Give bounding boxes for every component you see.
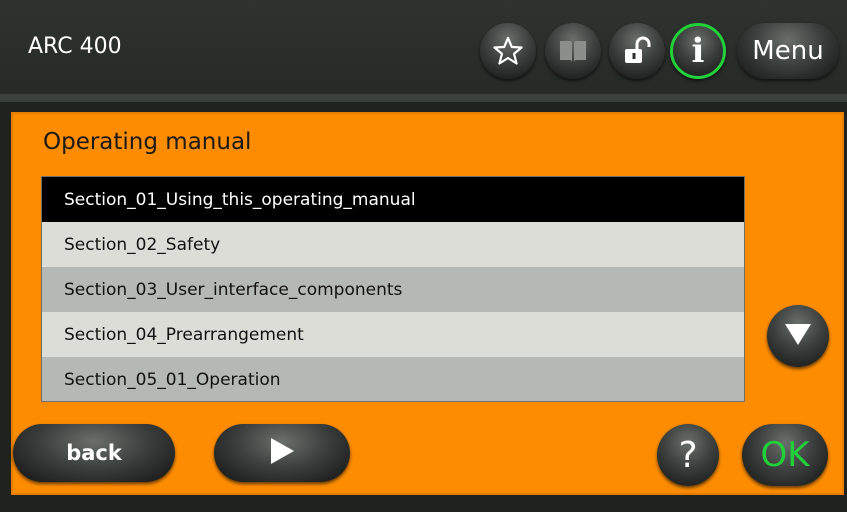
list-item-label: Section_05_01_Operation	[64, 369, 281, 390]
help-button[interactable]: ?	[657, 424, 719, 486]
list-item-label: Section_03_User_interface_components	[64, 279, 403, 300]
manual-button[interactable]	[545, 23, 601, 79]
list-item[interactable]: Section_04_Prearrangement	[42, 312, 744, 357]
list-item[interactable]: Section_01_Using_this_operating_manual	[42, 177, 744, 222]
star-icon	[493, 36, 523, 66]
info-button[interactable]: i	[670, 23, 726, 79]
page-title: Operating manual	[43, 129, 252, 155]
unlock-button[interactable]	[609, 23, 665, 79]
unlock-icon	[622, 36, 652, 66]
header-divider	[0, 94, 847, 102]
info-icon: i	[691, 31, 705, 71]
list-item-label: Section_01_Using_this_operating_manual	[64, 189, 416, 210]
list-item[interactable]: Section_05_01_Operation	[42, 357, 744, 401]
menu-button[interactable]: Menu	[737, 23, 839, 79]
list-item-label: Section_04_Prearrangement	[64, 324, 304, 345]
section-list: Section_01_Using_this_operating_manual S…	[41, 176, 745, 402]
list-item[interactable]: Section_03_User_interface_components	[42, 267, 744, 312]
bottom-divider	[0, 498, 847, 512]
list-item-label: Section_02_Safety	[64, 234, 221, 255]
triangle-down-icon	[783, 321, 813, 351]
scroll-down-button[interactable]	[767, 305, 829, 367]
back-button[interactable]: back	[13, 424, 175, 482]
list-item[interactable]: Section_02_Safety	[42, 222, 744, 267]
book-icon	[558, 38, 588, 64]
ok-button[interactable]: OK	[742, 424, 828, 486]
play-button[interactable]	[214, 424, 350, 482]
favorites-button[interactable]	[480, 23, 536, 79]
play-icon	[268, 436, 296, 470]
manual-panel: Operating manual Section_01_Using_this_o…	[11, 112, 844, 495]
device-title: ARC 400	[28, 34, 122, 59]
